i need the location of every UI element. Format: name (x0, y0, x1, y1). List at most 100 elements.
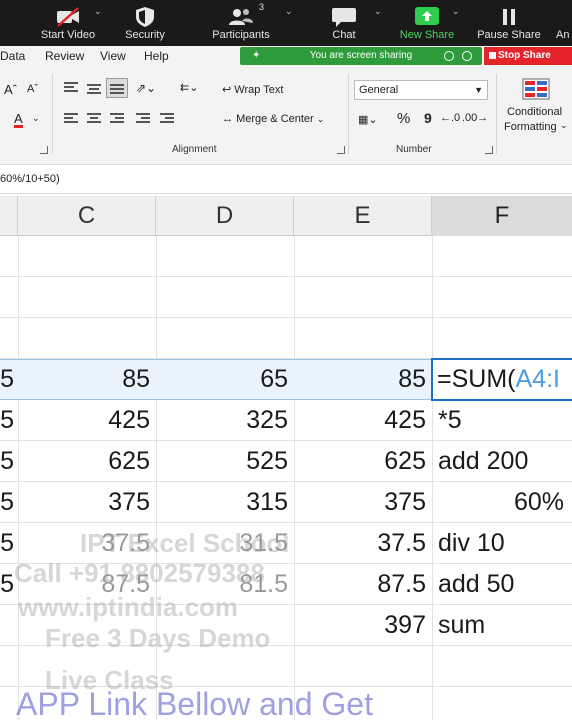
increase-indent-icon[interactable] (160, 113, 174, 125)
cell-f4[interactable]: =SUM(A4:I (433, 359, 572, 400)
cell-b5[interactable]: 5 (0, 400, 18, 441)
cell-b6[interactable]: 5 (0, 441, 18, 482)
stop-share-button[interactable]: Stop Share (484, 47, 572, 65)
conditional-formatting-label: Conditional (507, 106, 563, 118)
cell-f6[interactable]: add 200 (432, 441, 572, 482)
start-video-label: Start Video (40, 29, 96, 41)
annotate-button[interactable]: An (556, 0, 572, 46)
merge-center-button[interactable]: ↔ Merge & Center ⌄ (222, 113, 324, 125)
cell-e4[interactable]: 85 (294, 359, 432, 400)
decrease-font-size-icon[interactable]: Aˇ (27, 83, 38, 95)
increase-font-size-icon[interactable]: Aˆ (4, 82, 17, 97)
tab-help[interactable]: Help (144, 49, 169, 63)
column-header-d[interactable]: D (156, 196, 294, 236)
watermark-line: Free 3 Days Demo (45, 623, 271, 653)
chat-icon (332, 8, 356, 27)
cell-c7[interactable]: 375 (18, 482, 156, 523)
watermark-line: www.iptindia.com (18, 592, 239, 622)
group-separator (348, 74, 349, 154)
formula-bar[interactable]: 60%/10+50) (0, 164, 572, 194)
cell-d4[interactable]: 65 (156, 359, 294, 400)
align-right-icon[interactable] (110, 113, 124, 125)
font-dialog-launcher-icon[interactable] (40, 146, 48, 154)
active-cell-editor[interactable]: =SUM(A4:I (431, 358, 572, 401)
tab-review[interactable]: Review (45, 49, 84, 63)
cell-d6[interactable]: 525 (156, 441, 294, 482)
cell-f10[interactable]: sum (432, 605, 572, 646)
tab-data[interactable]: Data (0, 49, 25, 63)
column-header-c[interactable]: C (18, 196, 156, 236)
security-button[interactable]: Security (114, 0, 176, 46)
cell-c6[interactable]: 625 (18, 441, 156, 482)
participants-icon (229, 9, 253, 25)
column-header-f[interactable]: F (432, 196, 572, 236)
column-header-b[interactable] (0, 196, 18, 236)
pause-share-button[interactable]: Pause Share (474, 0, 544, 46)
align-left-icon[interactable] (64, 113, 78, 125)
formula-range-reference: A4:I (515, 365, 560, 393)
cell-c5[interactable]: 425 (18, 400, 156, 441)
decrease-indent-icon[interactable] (136, 113, 150, 125)
orientation-icon[interactable]: ⇗⌄ (136, 81, 156, 95)
merge-icon: ↔ (222, 113, 237, 125)
chevron-up-icon[interactable]: ⌄ (285, 6, 293, 17)
align-bottom-icon[interactable] (106, 78, 128, 98)
wrap-text-label: Wrap Text (234, 84, 284, 96)
record-circle-icon[interactable] (462, 51, 472, 61)
chat-button[interactable]: ⌄ Chat (322, 0, 382, 46)
align-top-icon[interactable] (64, 82, 78, 94)
watermark-line: IPT Excel School (80, 528, 290, 558)
stop-share-label: Stop Share (498, 50, 551, 61)
wrap-text-button[interactable]: ↩ Wrap Text (222, 83, 283, 96)
align-middle-icon[interactable] (87, 82, 101, 94)
cell-b7[interactable]: 5 (0, 482, 18, 523)
chevron-up-icon[interactable]: ⌄ (452, 6, 460, 17)
percent-style-button[interactable]: % (397, 110, 410, 127)
accounting-format-icon[interactable]: ▦⌄ (358, 113, 378, 126)
decrease-decimal-icon[interactable]: .00→ (462, 112, 488, 124)
annotate-label: An (556, 29, 570, 41)
cell-d5[interactable]: 325 (156, 400, 294, 441)
chevron-up-icon[interactable]: ⌄ (374, 6, 382, 17)
cell-e9[interactable]: 87.5 (294, 564, 432, 605)
cell-f5[interactable]: *5 (432, 400, 572, 441)
cell-d7[interactable]: 315 (156, 482, 294, 523)
cell-e6[interactable]: 625 (294, 441, 432, 482)
ribbon-tabs: Data Review View Help (0, 46, 240, 68)
column-header-e[interactable]: E (294, 196, 432, 236)
increase-decimal-icon[interactable]: ←.0 (440, 112, 460, 124)
cell-f8[interactable]: div 10 (432, 523, 572, 564)
cell-e8[interactable]: 37.5 (294, 523, 432, 564)
start-video-button[interactable]: ⌄ Start Video (30, 0, 106, 46)
pause-share-label: Pause Share (477, 29, 541, 41)
table-row: 5 425 325 425 *5 (0, 400, 572, 441)
pause-circle-icon[interactable] (444, 51, 454, 61)
participant-count-badge: 3 (259, 2, 265, 12)
comma-style-button[interactable]: 9 (424, 110, 432, 126)
cell-e5[interactable]: 425 (294, 400, 432, 441)
chevron-up-icon[interactable]: ⌄ (94, 6, 102, 17)
align-center-icon[interactable] (87, 113, 101, 125)
participants-button[interactable]: 3 ⌄ Participants (205, 0, 292, 46)
pause-icon (503, 9, 515, 25)
cell-b4[interactable]: 5 (0, 359, 18, 400)
cell-c4[interactable]: 85 (18, 359, 156, 400)
cell-e10[interactable]: 397 (294, 605, 432, 646)
cell-e7[interactable]: 375 (294, 482, 432, 523)
alignment-dialog-launcher-icon[interactable] (337, 146, 345, 154)
font-color-icon[interactable]: A (14, 112, 23, 128)
new-share-button[interactable]: ⌄ New Share (396, 0, 460, 46)
cell-f7[interactable]: 60% (432, 482, 572, 523)
font-color-dropdown-icon[interactable]: ⌄ (32, 113, 40, 124)
cell-f9[interactable]: add 50 (432, 564, 572, 605)
formula-bar-text: 60%/10+50) (0, 173, 60, 185)
table-row (0, 277, 572, 318)
number-format-select[interactable]: General ▼ (354, 80, 488, 100)
zoom-toolbar: ⌄ Start Video Security 3 ⌄ Participants (0, 0, 572, 46)
conditional-formatting-button[interactable]: Conditional Formatting ⌄ (502, 74, 572, 144)
tab-view[interactable]: View (100, 49, 126, 63)
pin-icon[interactable]: ✦ (252, 47, 260, 65)
rtl-direction-icon[interactable]: ⇇⌄ (180, 81, 198, 94)
number-dialog-launcher-icon[interactable] (485, 146, 493, 154)
column-headers: C D E F (0, 196, 572, 236)
